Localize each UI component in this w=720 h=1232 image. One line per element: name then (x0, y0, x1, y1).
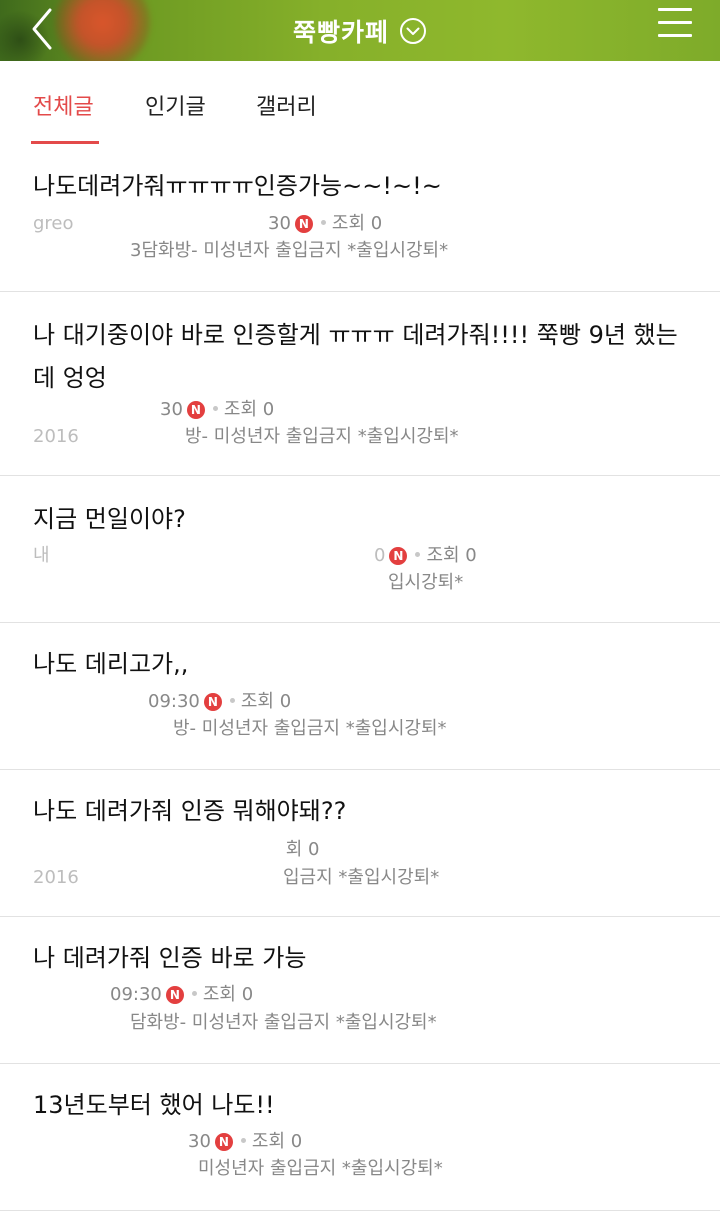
post-time: 09:30 (148, 691, 200, 712)
list-item[interactable]: 지금 먼일이야? 내 0 N 조회 0 입시강퇴* (0, 476, 720, 623)
separator-dot (240, 1138, 246, 1143)
cafe-title[interactable]: 쭉빵카페 (293, 13, 389, 49)
board-name: 미성년자 출입금지 *출입시강퇴* (198, 1158, 443, 1179)
view-count: 조회 0 (223, 399, 275, 420)
post-title[interactable]: 13년도부터 했어 나도!! (33, 1084, 693, 1127)
view-count: 조회 0 (426, 545, 477, 566)
board-name: 입금지 *출입시강퇴* (283, 867, 440, 888)
list-item[interactable]: 나도 데리고가,, 09:30 N 조회 0 방- 미성년자 출입금지 *출입시강퇴… (0, 623, 720, 770)
hamburger-menu-icon[interactable] (658, 8, 692, 40)
view-count: 조회 0 (202, 984, 254, 1005)
post-time-faded (188, 838, 194, 862)
post-time: 0 (374, 545, 386, 566)
post-title[interactable]: 나도데려가줘ㅠㅠㅠㅠ인증가능~~!~!~ (33, 165, 693, 208)
separator-dot (320, 220, 326, 225)
active-tab-indicator (31, 141, 99, 144)
list-item[interactable]: 나 데려가줘 인증 바로 가능 09:30 N 조회 0 담화방- 미성년자 출입금… (0, 917, 720, 1064)
board-name: 방- 미성년자 출입금지 *출입시강퇴* (173, 718, 447, 739)
post-meta-right: 30 N 조회 0 (160, 398, 274, 422)
board-tabs: 전체글 인기글 갤러리 (0, 61, 720, 145)
post-time: 30 (188, 1131, 211, 1152)
separator-dot (415, 552, 421, 557)
board-name: 담화방- 미성년자 출입금지 *출입시강퇴* (130, 1012, 437, 1033)
new-badge-icon: N (186, 401, 205, 419)
tab-popular-posts[interactable]: 인기글 (145, 89, 206, 121)
post-meta: greo (33, 212, 74, 236)
post-time: 09:30 (110, 984, 162, 1005)
tab-gallery[interactable]: 갤러리 (256, 89, 317, 121)
new-badge-icon: N (214, 1133, 233, 1151)
new-badge-icon: N (294, 215, 313, 233)
board-name: 입시강퇴* (388, 572, 464, 593)
separator-dot (212, 406, 218, 411)
new-badge-icon: N (389, 547, 408, 565)
new-badge-icon: N (165, 986, 184, 1004)
list-item[interactable]: 13년도부터 했어 나도!! 30 N 조회 0 미성년자 출입금지 *출입시강퇴* (0, 1064, 720, 1211)
post-meta-right: 30 N 조회 0 (268, 212, 382, 236)
post-title[interactable]: 나도 데려가줘 인증 뭐해야돼?? (33, 790, 693, 833)
post-title[interactable]: 나 대기중이야 바로 인증할게 ㅠㅠㅠ 데려가줘!!!! 쭉빵 9년 했는데 엉… (33, 314, 693, 400)
post-meta-right: 30 N 조회 0 (188, 1130, 302, 1154)
list-item[interactable]: 나 대기중이야 바로 인증할게 ㅠㅠㅠ 데려가줘!!!! 쭉빵 9년 했는데 엉… (0, 292, 720, 476)
separator-dot (229, 698, 235, 703)
post-time: 30 (160, 399, 183, 420)
view-count: 조회 0 (240, 691, 292, 712)
board-name: 3담화방- 미성년자 출입금지 *출입시강퇴* (130, 240, 449, 261)
post-time: 30 (268, 213, 291, 234)
view-count: 조회 0 (251, 1131, 303, 1152)
post-meta: 내 (33, 544, 50, 568)
separator-dot (191, 991, 197, 996)
post-meta-right: 0 N 조회 0 (374, 544, 477, 568)
author-name: greo (33, 213, 74, 234)
view-count: 조회 0 (331, 213, 383, 234)
list-item[interactable]: 나도데려가줘ㅠㅠㅠㅠ인증가능~~!~!~ greo 30 N 조회 0 3담화방- … (0, 145, 720, 292)
post-title[interactable]: 지금 먼일이야? (33, 498, 693, 541)
circle-chevron-down-icon[interactable] (399, 17, 427, 45)
tab-all-posts[interactable]: 전체글 (33, 89, 94, 121)
board-prefix: 2016 (33, 867, 79, 888)
list-item[interactable]: 나도 데려가줘 인증 뭐해야돼?? 회 0 2016 입금지 *출입시강퇴* (0, 770, 720, 917)
post-meta-right: 09:30 N 조회 0 (110, 983, 253, 1007)
post-list: 나도데려가줘ㅠㅠㅠㅠ인증가능~~!~!~ greo 30 N 조회 0 3담화방- … (0, 145, 720, 1211)
post-title[interactable]: 나 데려가줘 인증 바로 가능 (33, 937, 693, 980)
back-chevron-icon[interactable] (22, 4, 62, 54)
author-name: 내 (33, 545, 50, 566)
post-title[interactable]: 나도 데리고가,, (33, 643, 693, 686)
board-name: 방- 미성년자 출입금지 *출입시강퇴* (185, 426, 459, 447)
app-header: 쭉빵카페 (0, 0, 720, 61)
new-badge-icon: N (203, 693, 222, 711)
view-count: 회 0 (285, 839, 320, 860)
post-meta-right: 회 0 (188, 838, 320, 862)
board-prefix: 2016 (33, 426, 79, 447)
post-meta-right: 09:30 N 조회 0 (148, 690, 291, 714)
header-background-blur (55, 0, 150, 61)
